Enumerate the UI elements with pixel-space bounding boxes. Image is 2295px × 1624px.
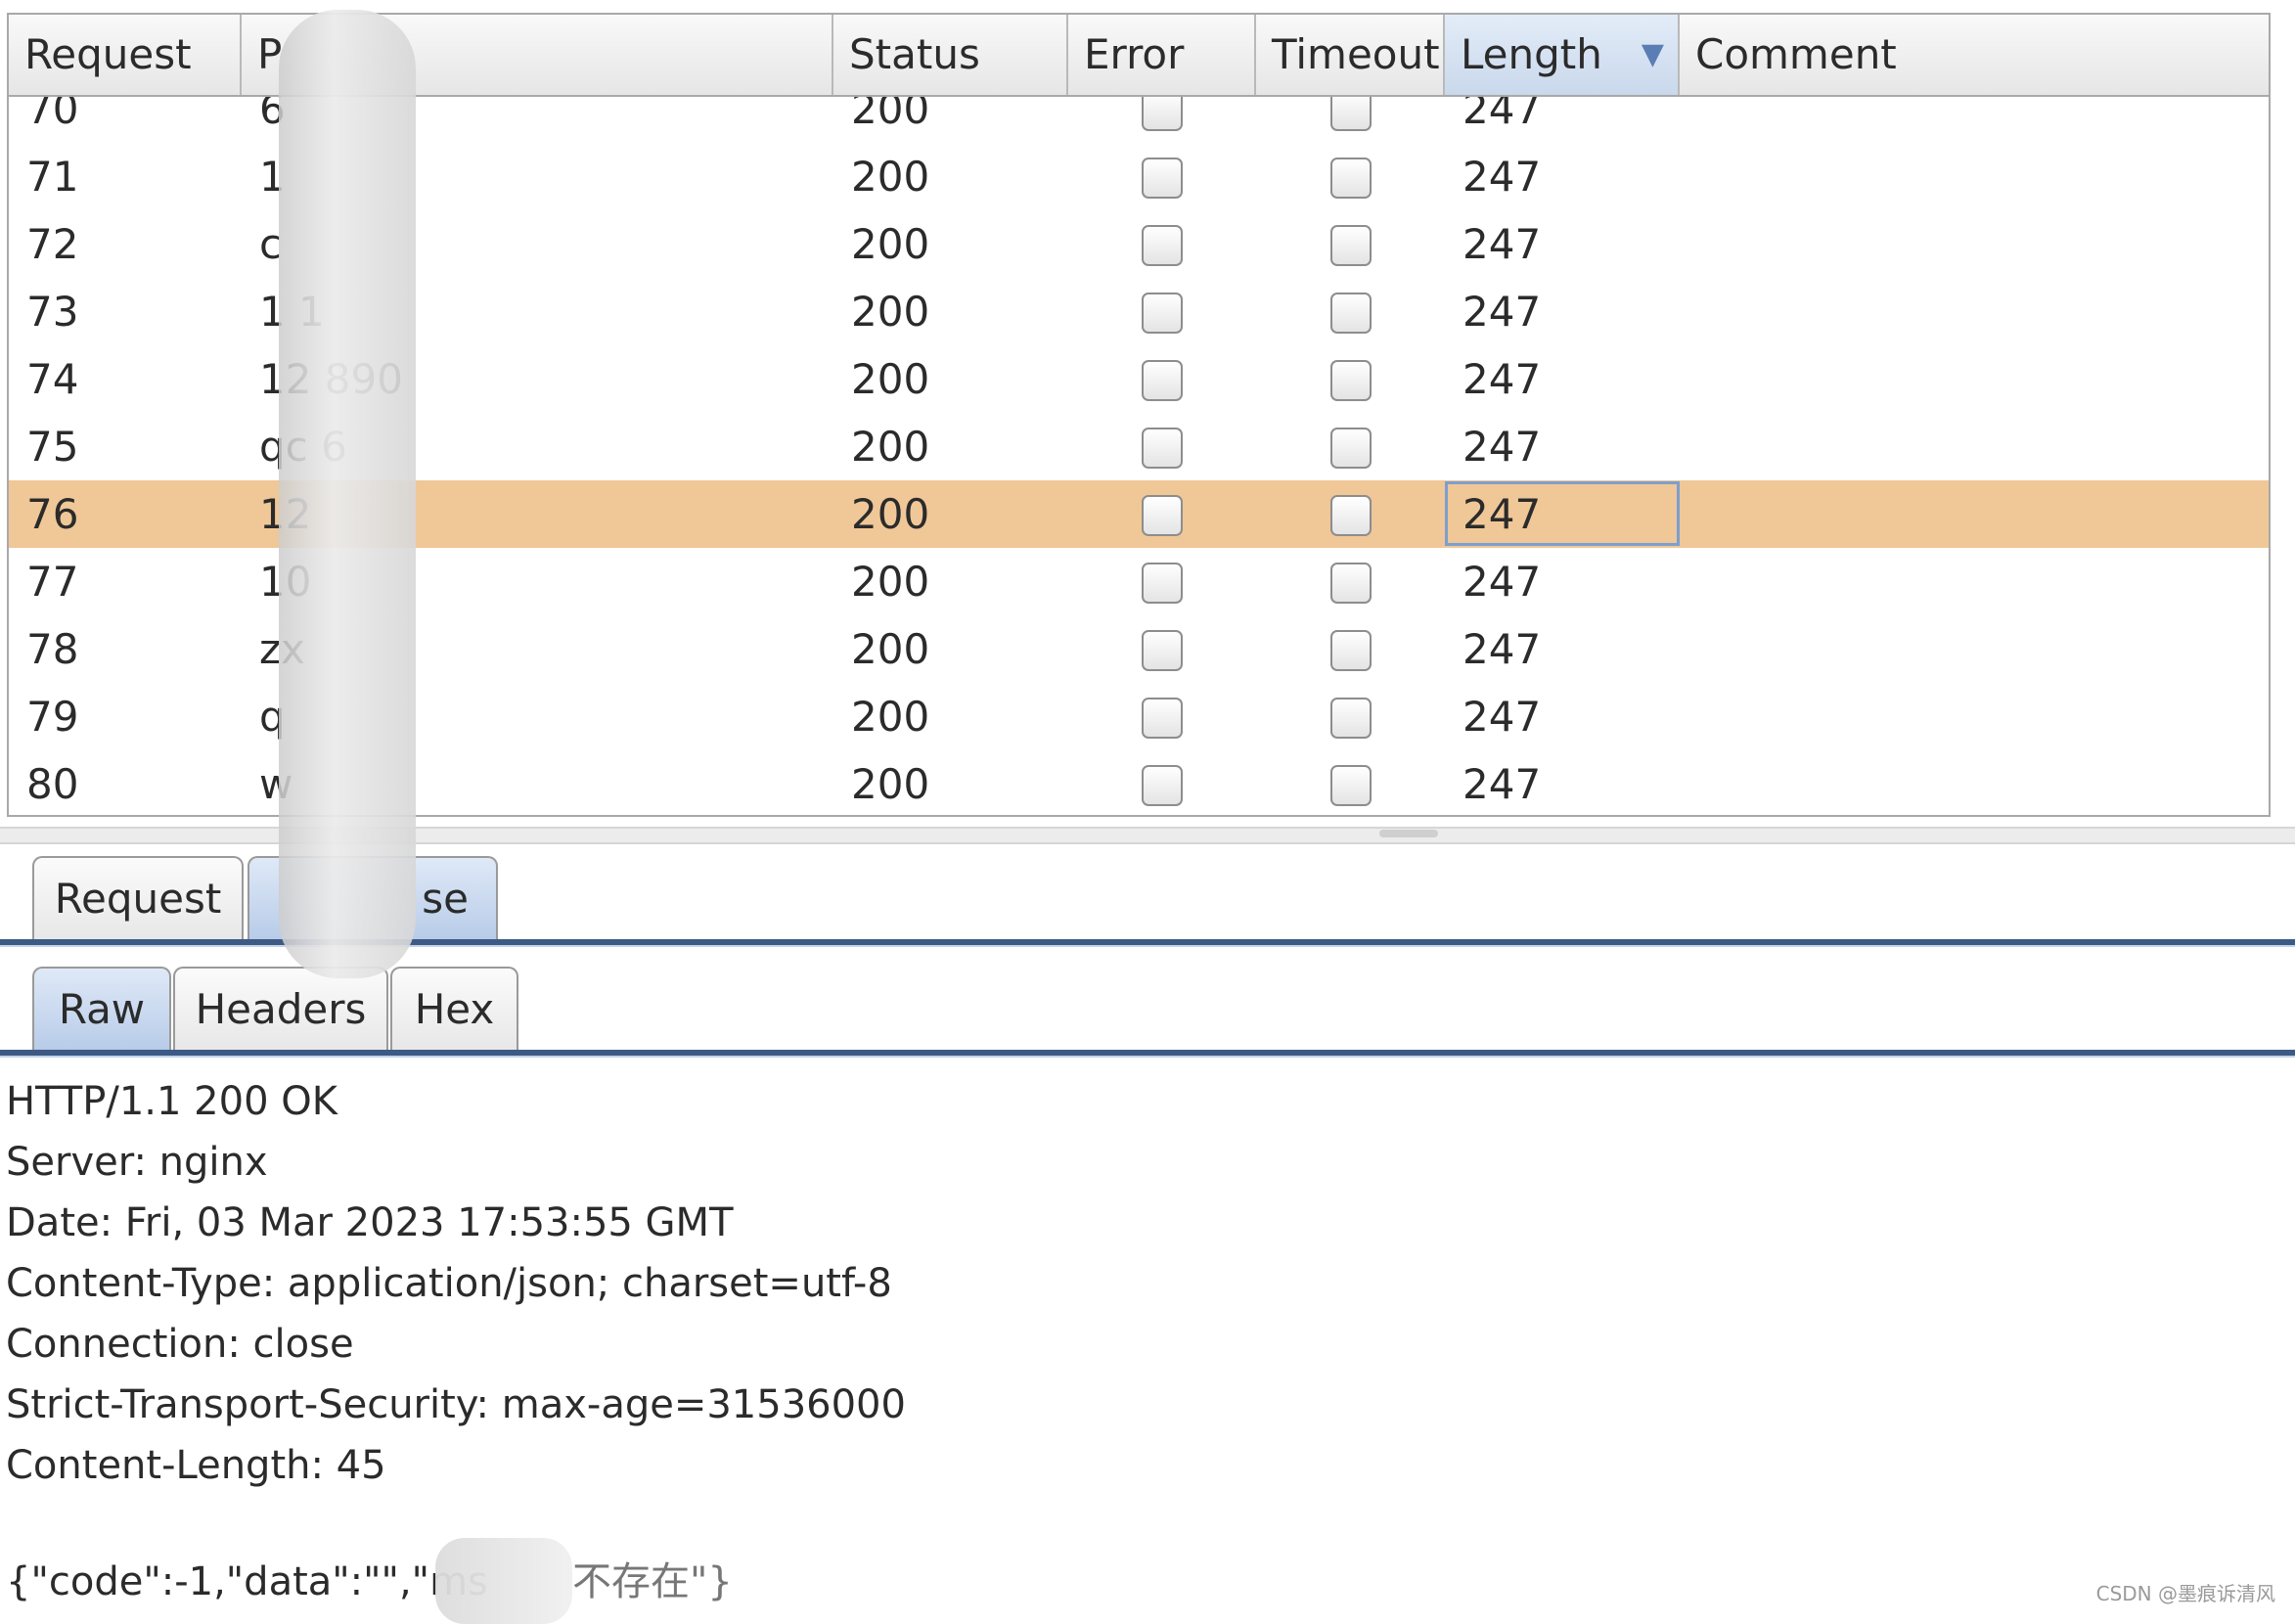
cell-length: 247 — [1462, 558, 1542, 606]
cell-status: 200 — [851, 693, 930, 741]
error-checkbox[interactable] — [1142, 698, 1183, 739]
timeout-checkbox[interactable] — [1330, 158, 1372, 199]
error-checkbox[interactable] — [1142, 225, 1183, 266]
tab-request[interactable]: Request — [32, 856, 244, 941]
cell-request: 77 — [26, 558, 79, 606]
cell-length: 247 — [1462, 97, 1542, 133]
response-body-end: 不存在"} — [572, 1559, 733, 1604]
timeout-checkbox[interactable] — [1330, 293, 1372, 334]
response-header-date: Date: Fri, 03 Mar 2023 17:53:55 GMT — [6, 1200, 734, 1245]
cell-request: 79 — [26, 693, 79, 741]
cell-status: 200 — [851, 558, 930, 606]
cell-request: 73 — [26, 288, 79, 336]
error-checkbox[interactable] — [1142, 97, 1183, 131]
cell-request: 70 — [26, 97, 79, 133]
error-checkbox[interactable] — [1142, 158, 1183, 199]
cell-request: 75 — [26, 423, 79, 471]
error-checkbox[interactable] — [1142, 630, 1183, 671]
timeout-checkbox[interactable] — [1330, 563, 1372, 604]
response-header-server: Server: nginx — [6, 1140, 268, 1185]
cell-length: 247 — [1462, 760, 1542, 808]
burp-intruder-results: Request P Status Error Timeout Length ▼ … — [0, 0, 2295, 1624]
error-checkbox[interactable] — [1142, 428, 1183, 469]
cell-length: 247 — [1462, 693, 1542, 741]
raw-response[interactable]: HTTP/1.1 200 OK Server: nginx Date: Fri,… — [6, 1071, 906, 1496]
view-tab-divider — [0, 1050, 2295, 1058]
cell-status: 200 — [851, 355, 930, 403]
cell-status: 200 — [851, 423, 930, 471]
cell-length: 247 — [1462, 220, 1542, 268]
cell-request: 78 — [26, 625, 79, 673]
error-checkbox[interactable] — [1142, 293, 1183, 334]
column-header-status[interactable]: Status — [833, 15, 1068, 95]
column-header-comment[interactable]: Comment — [1680, 15, 2269, 95]
cell-status: 200 — [851, 760, 930, 808]
focused-cell-outline — [1445, 481, 1680, 546]
cell-length: 247 — [1462, 423, 1542, 471]
splitter-grip-icon[interactable] — [1379, 830, 1438, 837]
column-header-error[interactable]: Error — [1068, 15, 1256, 95]
error-checkbox[interactable] — [1142, 563, 1183, 604]
column-header-request[interactable]: Request — [9, 15, 242, 95]
watermark: CSDN @墨痕诉清风 — [2095, 1582, 2275, 1605]
cell-request: 74 — [26, 355, 79, 403]
timeout-checkbox[interactable] — [1330, 225, 1372, 266]
cell-request: 72 — [26, 220, 79, 268]
column-header-length[interactable]: Length ▼ — [1445, 15, 1680, 95]
cell-status: 200 — [851, 288, 930, 336]
cell-length: 247 — [1462, 625, 1542, 673]
cell-length: 247 — [1462, 355, 1542, 403]
response-status-line: HTTP/1.1 200 OK — [6, 1079, 338, 1124]
timeout-checkbox[interactable] — [1330, 698, 1372, 739]
cell-length: 247 — [1462, 153, 1542, 201]
timeout-checkbox[interactable] — [1330, 630, 1372, 671]
response-header-connection: Connection: close — [6, 1322, 354, 1367]
cell-status: 200 — [851, 220, 930, 268]
tab-headers[interactable]: Headers — [173, 967, 388, 1052]
tab-hex[interactable]: Hex — [390, 967, 518, 1052]
redaction-blur — [279, 10, 416, 978]
error-checkbox[interactable] — [1142, 495, 1183, 536]
response-header-hsts: Strict-Transport-Security: max-age=31536… — [6, 1382, 906, 1427]
cell-length: 247 — [1462, 288, 1542, 336]
timeout-checkbox[interactable] — [1330, 97, 1372, 131]
error-checkbox[interactable] — [1142, 765, 1183, 806]
sort-descending-icon: ▼ — [1641, 37, 1664, 71]
body-redaction-blur — [435, 1538, 572, 1624]
error-checkbox[interactable] — [1142, 360, 1183, 401]
cell-status: 200 — [851, 97, 930, 133]
column-header-length-label: Length — [1461, 30, 1602, 78]
cell-status: 200 — [851, 625, 930, 673]
response-body-start: {"code":-1,"data":"","ms — [6, 1559, 488, 1604]
timeout-checkbox[interactable] — [1330, 360, 1372, 401]
column-header-timeout[interactable]: Timeout — [1256, 15, 1445, 95]
timeout-checkbox[interactable] — [1330, 495, 1372, 536]
cell-status: 200 — [851, 153, 930, 201]
response-header-content-type: Content-Type: application/json; charset=… — [6, 1261, 892, 1306]
timeout-checkbox[interactable] — [1330, 765, 1372, 806]
cell-request: 76 — [26, 490, 79, 538]
response-header-content-length: Content-Length: 45 — [6, 1443, 386, 1488]
cell-status: 200 — [851, 490, 930, 538]
timeout-checkbox[interactable] — [1330, 428, 1372, 469]
cell-request: 71 — [26, 153, 79, 201]
tab-raw[interactable]: Raw — [32, 967, 171, 1052]
cell-request: 80 — [26, 760, 79, 808]
